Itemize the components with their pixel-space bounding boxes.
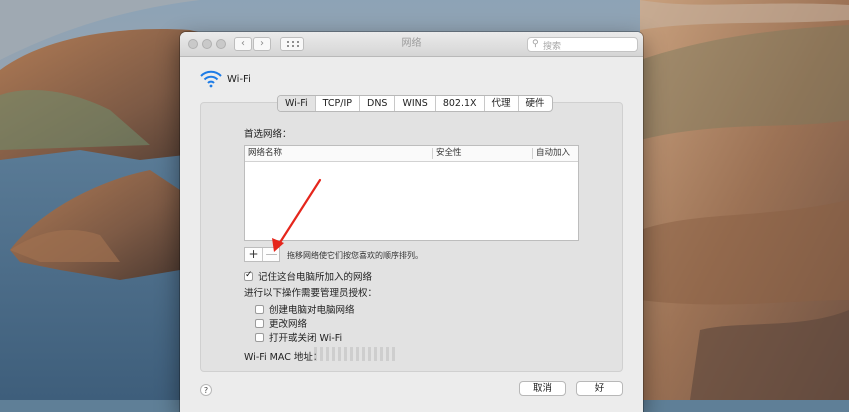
tab-tcpip[interactable]: TCP/IP xyxy=(316,96,361,111)
admin-option-create-network[interactable]: 创建电脑对电脑网络 xyxy=(255,302,355,316)
network-window: ‹ › 网络 ⚲ 搜索 Wi-Fi Wi-Fi TCP/IP DNS WINS … xyxy=(180,32,643,412)
create-network-label: 创建电脑对电脑网络 xyxy=(269,305,355,316)
mac-address-redacted xyxy=(314,347,398,361)
remember-networks-label: 记住这台电脑所加入的网络 xyxy=(258,272,373,283)
column-network-name[interactable]: 网络名称 xyxy=(248,146,282,161)
drag-hint-text: 拖移网络使它们按您喜欢的顺序排列。 xyxy=(287,251,423,260)
preferred-networks-table[interactable]: 网络名称 安全性 自动加入 xyxy=(244,145,579,241)
help-button[interactable]: ? xyxy=(200,384,212,396)
tab-8021x[interactable]: 802.1X xyxy=(436,96,485,111)
remember-networks-option[interactable]: 记住这台电脑所加入的网络 xyxy=(244,269,372,283)
column-divider xyxy=(432,148,433,159)
admin-option-change-network[interactable]: 更改网络 xyxy=(255,316,307,330)
tab-dns[interactable]: DNS xyxy=(360,96,396,111)
wifi-icon xyxy=(200,70,222,88)
toggle-wifi-label: 打开或关闭 Wi-Fi xyxy=(269,333,343,344)
tab-hardware[interactable]: 硬件 xyxy=(519,96,552,111)
add-remove-control: + — xyxy=(244,247,280,262)
mac-address-label: Wi-Fi MAC 地址： xyxy=(244,352,323,363)
create-network-checkbox[interactable] xyxy=(255,304,264,314)
tab-bar: Wi-Fi TCP/IP DNS WINS 802.1X 代理 硬件 xyxy=(277,95,553,112)
column-divider xyxy=(532,148,533,159)
change-network-checkbox[interactable] xyxy=(255,318,264,328)
change-network-label: 更改网络 xyxy=(269,319,308,330)
tab-proxy[interactable]: 代理 xyxy=(485,96,519,111)
title-bar: ‹ › 网络 ⚲ 搜索 xyxy=(180,32,643,57)
tab-wifi[interactable]: Wi-Fi xyxy=(278,96,316,111)
column-security[interactable]: 安全性 xyxy=(436,146,462,161)
tab-wins[interactable]: WINS xyxy=(395,96,436,111)
search-placeholder: 搜索 xyxy=(543,42,562,52)
preferred-networks-label: 首选网络： xyxy=(244,129,292,140)
ok-button[interactable]: 好 xyxy=(576,381,623,396)
column-auto-join[interactable]: 自动加入 xyxy=(536,146,570,161)
search-icon: ⚲ xyxy=(532,39,539,49)
table-header: 网络名称 安全性 自动加入 xyxy=(245,146,578,162)
remove-network-button[interactable]: — xyxy=(263,248,280,261)
interface-name: Wi-Fi xyxy=(227,74,251,85)
search-field[interactable]: ⚲ 搜索 xyxy=(527,37,638,52)
add-network-button[interactable]: + xyxy=(245,248,263,261)
toggle-wifi-checkbox[interactable] xyxy=(255,332,264,342)
cancel-button[interactable]: 取消 xyxy=(519,381,566,396)
admin-option-toggle-wifi[interactable]: 打开或关闭 Wi-Fi xyxy=(255,330,342,344)
remember-networks-checkbox[interactable] xyxy=(244,270,253,281)
admin-auth-label: 进行以下操作需要管理员授权： xyxy=(244,288,378,299)
